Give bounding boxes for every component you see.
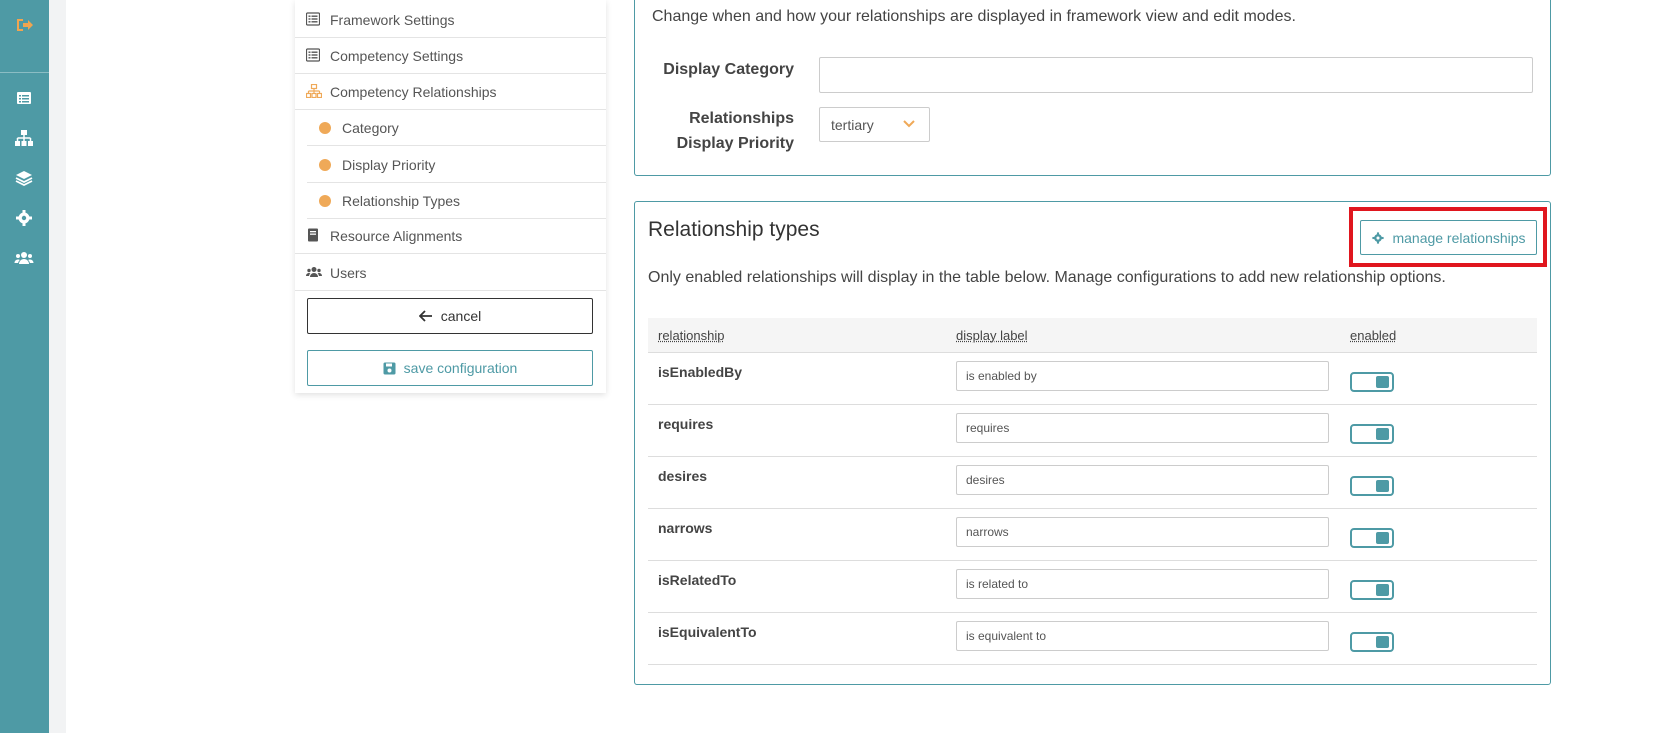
cancel-label: cancel xyxy=(440,308,482,324)
relationship-name: narrows xyxy=(658,520,713,536)
display-label-input[interactable]: requires xyxy=(956,413,1329,443)
toggle-knob xyxy=(1376,636,1389,648)
gear-icon[interactable] xyxy=(14,208,34,228)
nav-item-framework-settings[interactable]: Framework Settings xyxy=(295,2,606,38)
dot-icon xyxy=(319,121,331,134)
nav-item-label: Relationship Types xyxy=(342,192,461,209)
nav-subitem-relationship-types[interactable]: Relationship Types xyxy=(307,183,606,219)
table-row: isRelatedTo is related to xyxy=(648,561,1537,613)
sitemap-icon xyxy=(306,83,322,100)
column-header-display-label[interactable]: display label xyxy=(956,328,1028,343)
users-icon[interactable] xyxy=(14,248,34,268)
sitemap-icon[interactable] xyxy=(14,128,34,148)
table-row: narrows narrows xyxy=(648,509,1537,561)
save-configuration-button[interactable]: save configuration xyxy=(307,350,593,386)
layers-icon[interactable] xyxy=(14,168,34,188)
display-description: Change when and how your relationships a… xyxy=(652,8,1296,25)
relationship-name: desires xyxy=(658,468,708,484)
nav-subitem-category[interactable]: Category xyxy=(307,110,606,146)
logout-icon[interactable] xyxy=(14,15,34,35)
nav-item-label: Resource Alignments xyxy=(330,227,463,244)
table-row: isEquivalentTo is equivalent to xyxy=(648,613,1537,665)
display-label-input[interactable]: narrows xyxy=(956,517,1329,547)
column-header-relationship[interactable]: relationship xyxy=(658,328,725,343)
table-row: isEnabledBy is enabled by xyxy=(648,353,1537,405)
column-header-enabled[interactable]: enabled xyxy=(1350,328,1396,343)
toggle-knob xyxy=(1376,584,1389,596)
nav-item-resource-alignments[interactable]: Resource Alignments xyxy=(295,218,606,254)
priority-label-line1: Relationships xyxy=(689,110,794,127)
enabled-toggle[interactable] xyxy=(1350,632,1394,652)
dot-icon xyxy=(319,158,331,171)
enabled-toggle[interactable] xyxy=(1350,528,1394,548)
list-icon[interactable] xyxy=(14,88,34,108)
cancel-button[interactable]: cancel xyxy=(307,298,593,334)
chevron-down-icon xyxy=(903,120,915,128)
arrow-left-icon xyxy=(418,310,432,322)
content-gutter xyxy=(49,0,66,733)
highlight-box xyxy=(1349,207,1547,267)
users-icon xyxy=(306,265,322,281)
enabled-toggle[interactable] xyxy=(1350,476,1394,496)
relationship-types-description: Only enabled relationships will display … xyxy=(648,269,1446,286)
relationship-name: requires xyxy=(658,416,714,432)
relationship-name: isRelatedTo xyxy=(658,572,737,588)
priority-label-line2: Display Priority xyxy=(676,135,794,152)
settings-nav: Framework Settings Competency Settings C… xyxy=(295,0,606,393)
table-row: requires requires xyxy=(648,405,1537,457)
enabled-toggle[interactable] xyxy=(1350,424,1394,444)
nav-subitem-display-priority[interactable]: Display Priority xyxy=(307,147,606,183)
list-icon xyxy=(306,47,322,64)
book-icon xyxy=(306,228,322,244)
save-icon xyxy=(383,362,396,374)
toggle-knob xyxy=(1376,376,1389,388)
nav-item-users[interactable]: Users xyxy=(295,255,606,291)
relationship-name: isEnabledBy xyxy=(658,364,743,380)
nav-item-label: Users xyxy=(330,264,367,281)
nav-item-label: Category xyxy=(342,119,399,136)
display-label-input[interactable]: is equivalent to xyxy=(956,621,1329,651)
display-category-label: Display Category xyxy=(663,61,794,78)
display-label-input[interactable]: is related to xyxy=(956,569,1329,599)
select-value: tertiary xyxy=(831,116,874,133)
enabled-toggle[interactable] xyxy=(1350,580,1394,600)
toggle-knob xyxy=(1376,428,1389,440)
relationship-name: isEquivalentTo xyxy=(658,624,757,640)
list-icon xyxy=(306,11,322,28)
nav-item-label: Display Priority xyxy=(342,156,436,173)
display-label-input[interactable]: is enabled by xyxy=(956,361,1329,391)
display-category-input[interactable] xyxy=(819,57,1533,93)
dot-icon xyxy=(319,194,331,207)
save-label: save configuration xyxy=(403,360,518,376)
toggle-knob xyxy=(1376,480,1389,492)
display-priority-select[interactable]: tertiary xyxy=(819,107,930,142)
nav-item-label: Competency Settings xyxy=(330,47,464,64)
table-header: relationship display label enabled xyxy=(648,318,1537,353)
nav-item-label: Framework Settings xyxy=(330,11,455,28)
display-label-input[interactable]: desires xyxy=(956,465,1329,495)
enabled-toggle[interactable] xyxy=(1350,372,1394,392)
table-row: desires desires xyxy=(648,457,1537,509)
nav-item-label: Competency Relationships xyxy=(330,83,497,100)
nav-item-competency-settings[interactable]: Competency Settings xyxy=(295,38,606,74)
nav-item-competency-relationships[interactable]: Competency Relationships xyxy=(295,74,606,110)
relationship-types-title: Relationship types xyxy=(648,218,820,241)
rail-divider xyxy=(0,72,49,73)
toggle-knob xyxy=(1376,532,1389,544)
icon-rail xyxy=(0,0,49,733)
